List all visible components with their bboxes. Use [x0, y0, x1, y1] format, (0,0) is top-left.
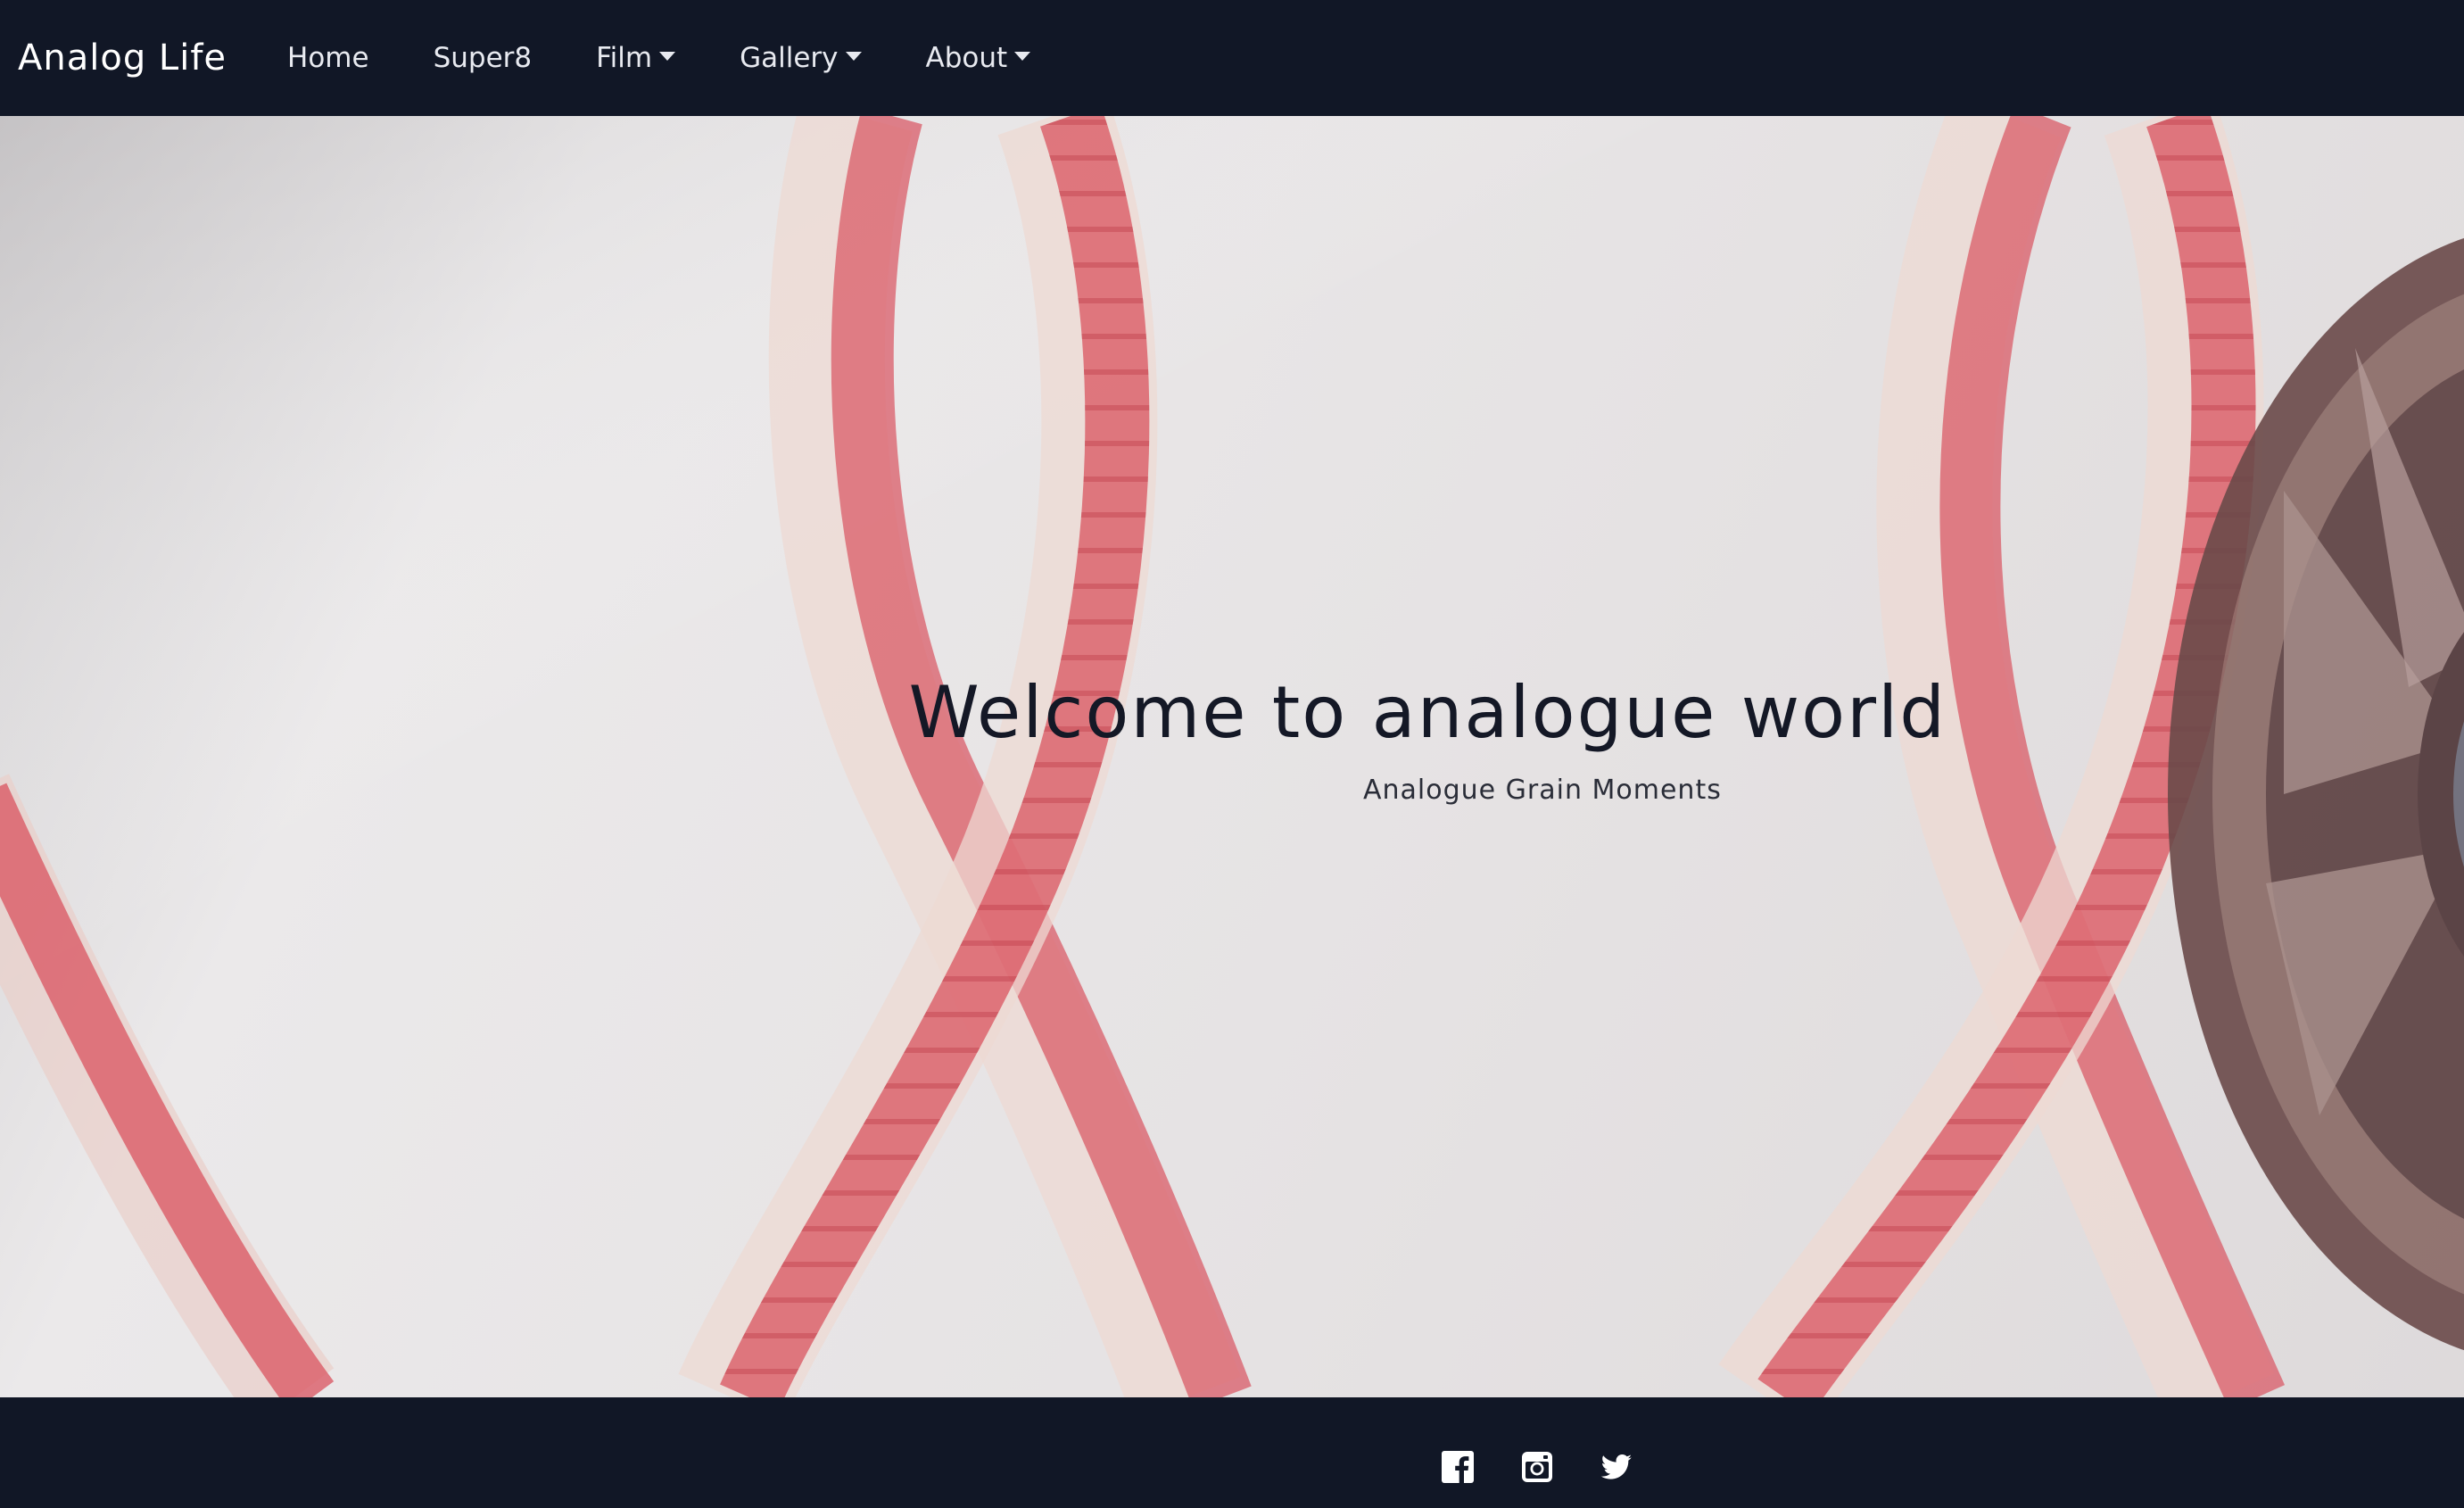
nav-film-label: Film — [596, 42, 653, 74]
facebook-icon — [1442, 1451, 1474, 1483]
nav-home[interactable]: Home — [287, 42, 369, 74]
caret-down-icon — [845, 52, 862, 61]
nav-gallery-dropdown[interactable]: Gallery — [740, 42, 862, 74]
hero-subtitle: Analogue Grain Moments — [1363, 775, 1722, 806]
nav-home-label: Home — [287, 42, 369, 74]
top-navbar: Analog Life Home Super8 Film Gallery Abo… — [0, 0, 2464, 116]
nav-film-dropdown[interactable]: Film — [596, 42, 676, 74]
hero-title: Welcome to analogue world — [908, 671, 1947, 754]
instagram-icon — [1522, 1452, 1552, 1482]
film-reel-background-image — [0, 116, 2464, 1397]
footer — [0, 1397, 2464, 1508]
social-link-instagram[interactable] — [1521, 1451, 1553, 1483]
twitter-icon — [1600, 1454, 1632, 1479]
caret-down-icon — [659, 52, 676, 61]
nav-about-label: About — [925, 42, 1008, 74]
brand-link[interactable]: Analog Life — [18, 37, 227, 79]
social-link-twitter[interactable] — [1600, 1451, 1633, 1483]
nav-about-dropdown[interactable]: About — [926, 42, 1031, 74]
nav-super8[interactable]: Super8 — [434, 42, 533, 74]
caret-down-icon — [1014, 52, 1031, 61]
social-link-facebook[interactable] — [1442, 1451, 1474, 1483]
hero-section: Welcome to analogue world Analogue Grain… — [0, 116, 2464, 1397]
nav-gallery-label: Gallery — [740, 42, 839, 74]
nav-super8-label: Super8 — [433, 42, 533, 74]
